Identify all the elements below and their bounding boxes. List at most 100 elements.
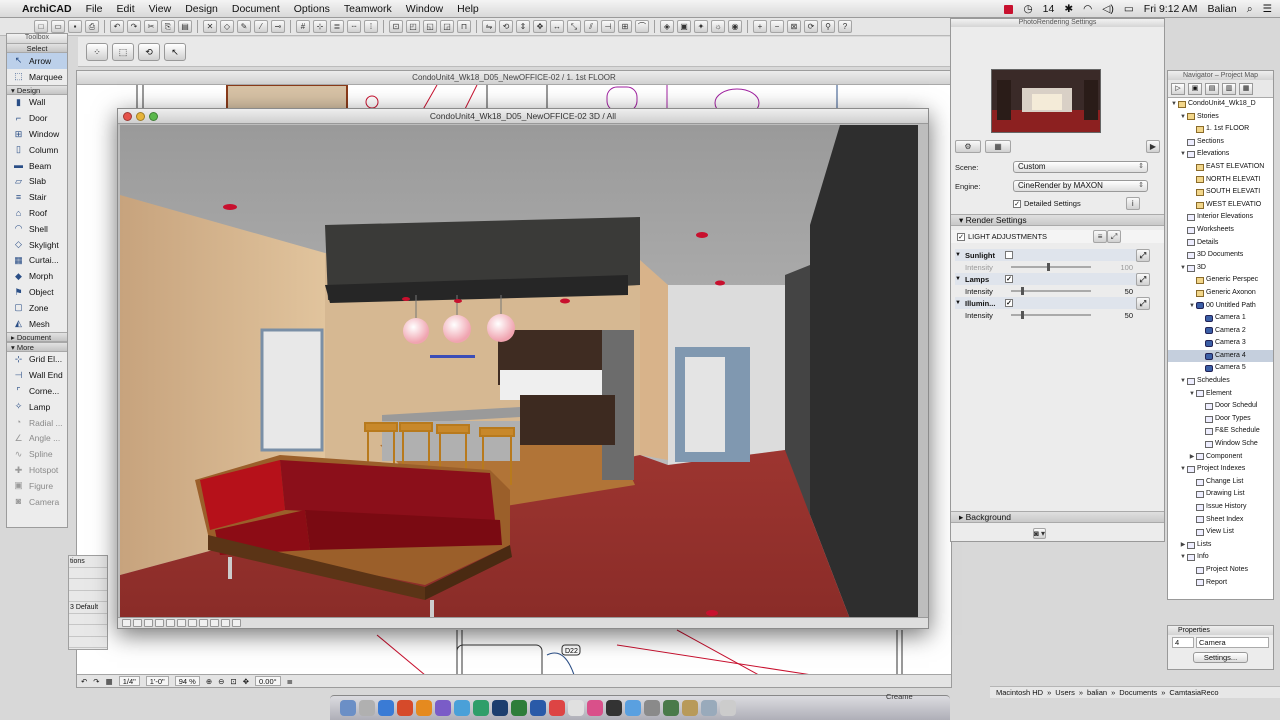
facetime-icon[interactable] bbox=[473, 700, 489, 716]
nav-tree-item[interactable]: Sheet Index bbox=[1168, 514, 1273, 527]
light-row-0[interactable]: ▼ Sunlight ⤢ bbox=[955, 248, 1150, 262]
nav-tree-item[interactable]: Sections bbox=[1168, 136, 1273, 149]
light-checkbox[interactable]: ✓ bbox=[1005, 275, 1013, 283]
tool-marquee[interactable]: ⬚ Marquee bbox=[7, 69, 67, 85]
nav-tree-item[interactable]: SOUTH ELEVATI bbox=[1168, 186, 1273, 199]
layout-book-icon[interactable]: ▥ bbox=[1222, 82, 1236, 95]
previous-view-icon[interactable] bbox=[210, 619, 219, 627]
copy-icon[interactable]: ⎘ bbox=[161, 20, 175, 33]
nav-tree-item[interactable]: View List bbox=[1168, 526, 1273, 539]
snapshot-button[interactable]: ◙ ▾ bbox=[1033, 528, 1085, 540]
gear-icon[interactable]: ⚙ bbox=[955, 139, 981, 153]
ungroup-icon[interactable]: ◱ bbox=[423, 20, 437, 33]
adjust-icon[interactable]: ⊣ bbox=[601, 20, 615, 33]
camtasia-icon[interactable] bbox=[663, 700, 679, 716]
tool-window[interactable]: ⊞ Window bbox=[7, 126, 67, 142]
disclosure-triangle-icon[interactable]: ▼ bbox=[1179, 463, 1187, 476]
close-icon[interactable]: ✕ bbox=[203, 20, 217, 33]
zoom-in-icon[interactable]: ⊕ bbox=[206, 677, 212, 686]
path-item[interactable]: CamtasiaReco bbox=[1169, 688, 1218, 697]
grid-snap-icon[interactable]: # bbox=[296, 20, 310, 33]
excel-icon[interactable] bbox=[511, 700, 527, 716]
model-view-icon[interactable]: ◉ bbox=[728, 20, 742, 33]
nav-tree-item[interactable]: Window Sche bbox=[1168, 438, 1273, 451]
status-count[interactable]: 14 bbox=[1043, 3, 1055, 15]
mail-icon[interactable] bbox=[435, 700, 451, 716]
record-icon[interactable] bbox=[1004, 4, 1014, 14]
path-item[interactable]: Documents bbox=[1119, 688, 1157, 697]
chrome-icon[interactable] bbox=[397, 700, 413, 716]
nav-tree-item[interactable]: ▶ Component bbox=[1168, 451, 1273, 464]
undo-view-icon[interactable]: ↶ bbox=[81, 677, 87, 686]
info-stub-row[interactable] bbox=[69, 625, 107, 637]
nav-tree-item[interactable]: ▼ Stories bbox=[1168, 111, 1273, 124]
menu-document[interactable]: Document bbox=[232, 3, 280, 15]
tool-curtain-wall[interactable]: ▦ Curtai... bbox=[7, 253, 67, 269]
menu-clock[interactable]: Fri 9:12 AM bbox=[1144, 3, 1198, 15]
project-map-icon[interactable]: ▣ bbox=[1188, 82, 1202, 95]
tool-arrow[interactable]: ↖ Arrow bbox=[7, 53, 67, 69]
tool-zone[interactable]: ▢ Zone bbox=[7, 300, 67, 316]
layer-combo-icon[interactable]: ≣ bbox=[287, 677, 293, 686]
help-icon[interactable]: ? bbox=[838, 20, 852, 33]
detailed-settings-checkbox[interactable]: ✓ bbox=[1013, 199, 1021, 208]
3d-render-view[interactable] bbox=[120, 125, 918, 619]
cursor-option-icon[interactable]: ↖ bbox=[164, 42, 186, 61]
disclosure-triangle-icon[interactable]: ▼ bbox=[1179, 148, 1187, 161]
new-file-icon[interactable]: □ bbox=[34, 20, 48, 33]
nav-tree-item[interactable]: Details bbox=[1168, 237, 1273, 250]
zoom-out-icon[interactable]: − bbox=[770, 20, 784, 33]
pen-icon[interactable]: ⁞ bbox=[364, 20, 378, 33]
intensity-slider[interactable] bbox=[1011, 287, 1091, 295]
background-header[interactable]: ▸ Background bbox=[951, 511, 1164, 523]
menu-design[interactable]: Design bbox=[185, 3, 218, 15]
publisher-icon[interactable]: ▦ bbox=[1239, 82, 1253, 95]
menu-window[interactable]: Window bbox=[406, 3, 443, 15]
stretch-icon[interactable]: ↔ bbox=[550, 20, 564, 33]
light-checkbox[interactable] bbox=[1005, 251, 1013, 259]
disclosure-triangle-icon[interactable]: ▼ bbox=[1188, 388, 1196, 401]
nav-tree-item[interactable]: ▶ Lists bbox=[1168, 539, 1273, 552]
nav-tree-item[interactable]: ▼ Project Indexes bbox=[1168, 463, 1273, 476]
menu-teamwork[interactable]: Teamwork bbox=[344, 3, 392, 15]
disclosure-triangle-icon[interactable]: ▼ bbox=[1170, 98, 1178, 111]
word-icon[interactable] bbox=[530, 700, 546, 716]
line-type-icon[interactable]: ┄ bbox=[347, 20, 361, 33]
disclosure-triangle-icon[interactable]: ▼ bbox=[1179, 262, 1187, 275]
light-row-2[interactable]: ▼ Illumin... ✓ ⤢ bbox=[955, 296, 1150, 310]
zoom-window-icon[interactable] bbox=[149, 112, 158, 121]
path-item[interactable]: balian bbox=[1087, 688, 1107, 697]
group-icon[interactable]: ◰ bbox=[406, 20, 420, 33]
nav-tree-item[interactable]: NORTH ELEVATI bbox=[1168, 174, 1273, 187]
menu-options[interactable]: Options bbox=[294, 3, 330, 15]
tool-angle-dimension[interactable]: ∠ Angle ... bbox=[7, 431, 67, 447]
fillet-icon[interactable]: ⌒ bbox=[635, 20, 649, 33]
fit-icon[interactable] bbox=[166, 619, 175, 627]
next-view-icon[interactable] bbox=[221, 619, 230, 627]
app-menu[interactable]: ArchiCAD bbox=[22, 3, 72, 15]
skype-icon[interactable] bbox=[625, 700, 641, 716]
nav-tree-item[interactable]: Door Types bbox=[1168, 413, 1273, 426]
disclosure-triangle-icon[interactable]: ▼ bbox=[1179, 111, 1187, 124]
nav-tree-item[interactable]: 3D Documents bbox=[1168, 249, 1273, 262]
wifi-icon[interactable]: ◠ bbox=[1083, 3, 1092, 15]
syringe-icon[interactable]: ⊸ bbox=[271, 20, 285, 33]
mirror-icon[interactable]: ⇋ bbox=[482, 20, 496, 33]
3d-view-icon[interactable]: ◈ bbox=[660, 20, 674, 33]
toolbox-section-select[interactable]: Select bbox=[7, 43, 67, 53]
undo-icon[interactable]: ↶ bbox=[110, 20, 124, 33]
info-stub-row[interactable] bbox=[69, 579, 107, 591]
tool-hotspot[interactable]: ✚ Hotspot bbox=[7, 462, 67, 478]
nav-tree-item[interactable]: Camera 4 bbox=[1168, 349, 1273, 363]
selection-method-icon[interactable]: ⁘ bbox=[86, 42, 108, 61]
zoom-out-icon[interactable] bbox=[144, 619, 153, 627]
tool-object[interactable]: ⚑ Object bbox=[7, 284, 67, 300]
tool-lamp[interactable]: ✧ Lamp bbox=[7, 399, 67, 415]
elevate-icon[interactable]: ⇕ bbox=[516, 20, 530, 33]
nav-tree-item[interactable]: Door Schedul bbox=[1168, 400, 1273, 413]
render-icon[interactable]: ▣ bbox=[677, 20, 691, 33]
lock-icon[interactable]: ⊓ bbox=[457, 20, 471, 33]
list-icon[interactable]: ≡ bbox=[1093, 230, 1108, 243]
battery-icon[interactable]: ▭ bbox=[1124, 3, 1134, 15]
drag-icon[interactable]: ✥ bbox=[533, 20, 547, 33]
